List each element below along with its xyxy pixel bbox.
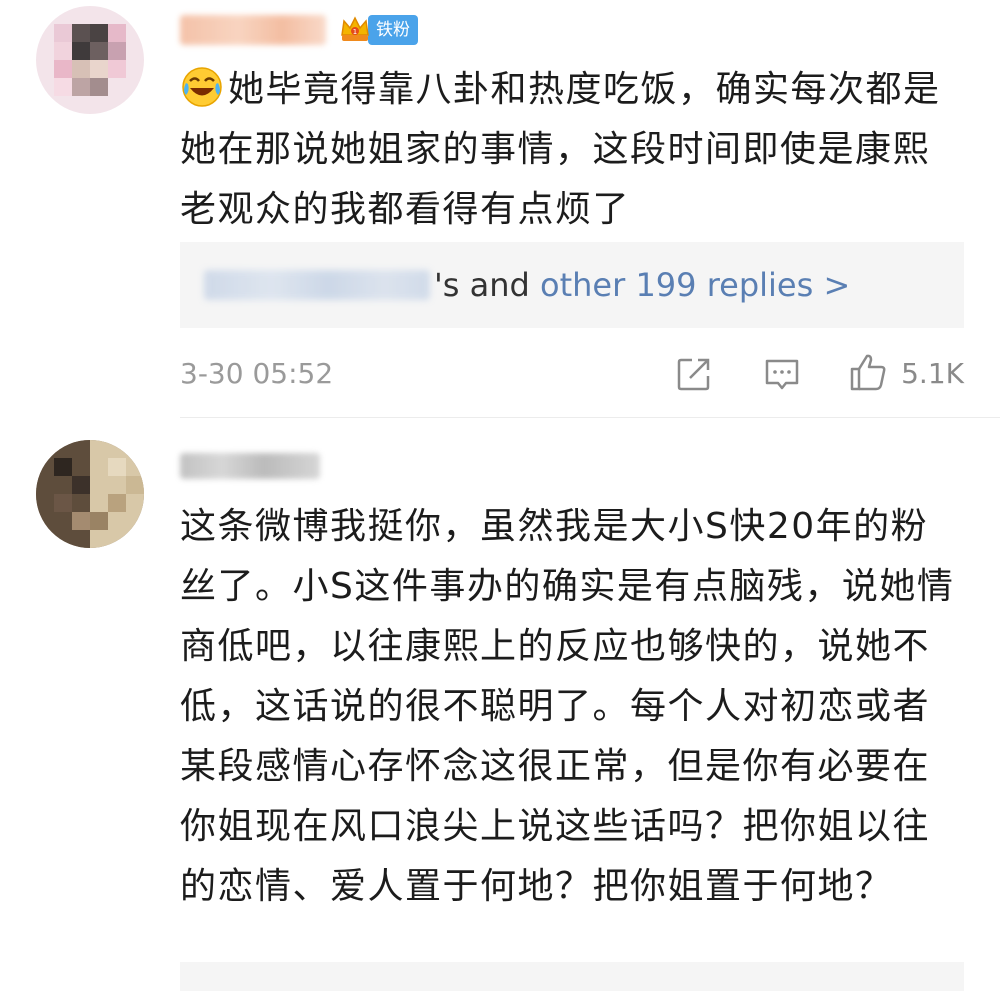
- comment-body: 她毕竟得靠八卦和热度吃饭，确实每次都是她在那说她姐家的事情，这段时间即使是康熙老…: [180, 69, 941, 230]
- svg-text:1: 1: [353, 28, 357, 36]
- username-row: 1 铁粉: [180, 8, 418, 52]
- reply-usernames-blurred: [204, 270, 430, 300]
- share-icon[interactable]: [676, 356, 712, 392]
- fan-badge[interactable]: 1 铁粉: [338, 13, 418, 47]
- like-count: 5.1K: [901, 357, 964, 390]
- comment-text: 这条微博我挺你，虽然我是大小S快20年的粉丝了。小S这件事办的确实是有点脑残，说…: [180, 497, 962, 917]
- replies-preview[interactable]: [180, 962, 964, 991]
- replies-preview[interactable]: 's and other 199 replies >: [180, 242, 964, 328]
- username-row: [180, 444, 320, 488]
- crown-icon: 1: [338, 13, 372, 47]
- comment-body: 这条微博我挺你，虽然我是大小S快20年的粉丝了。小S这件事办的确实是有点脑残，说…: [180, 506, 955, 907]
- comment-meta: 3-30 05:52 5.1K: [180, 354, 964, 394]
- comment-text: 她毕竟得靠八卦和热度吃饭，确实每次都是她在那说她姐家的事情，这段时间即使是康熙老…: [180, 60, 962, 240]
- laugh-cry-emoji-icon: [180, 65, 224, 109]
- replies-suffix: 's and: [434, 266, 541, 304]
- comment-icon[interactable]: [764, 356, 800, 392]
- fan-badge-label: 铁粉: [368, 15, 418, 45]
- more-replies-link[interactable]: other 199 replies >: [540, 266, 850, 304]
- avatar[interactable]: [36, 440, 144, 548]
- thumbs-up-icon[interactable]: [848, 352, 888, 392]
- comment-time: 3-30 05:52: [180, 357, 334, 390]
- replies-summary[interactable]: 's and other 199 replies >: [434, 242, 850, 328]
- avatar[interactable]: [36, 6, 144, 114]
- username-blurred[interactable]: [180, 453, 320, 479]
- divider: [180, 417, 1000, 418]
- username-blurred[interactable]: [180, 15, 326, 45]
